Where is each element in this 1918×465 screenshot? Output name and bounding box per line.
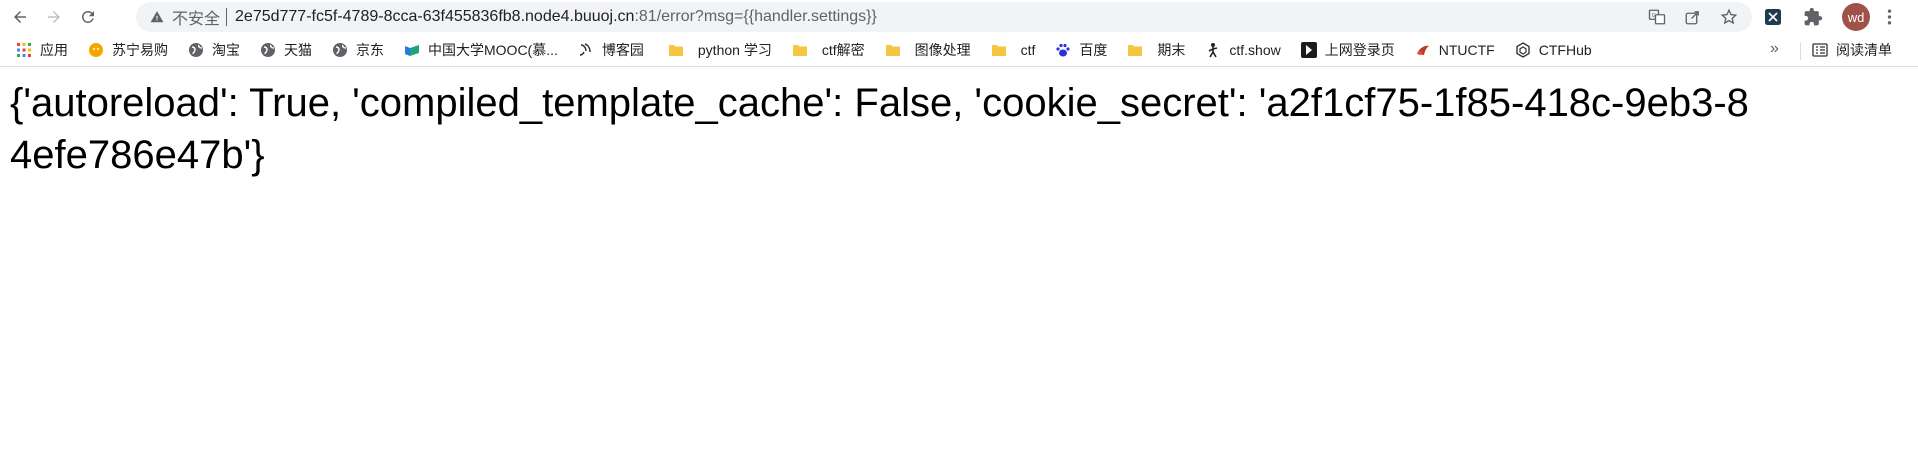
security-status-label[interactable]: 不安全 bbox=[172, 5, 220, 29]
login-page-icon bbox=[1300, 42, 1317, 58]
globe-icon bbox=[260, 42, 276, 58]
bookmark-label: 淘宝 bbox=[212, 42, 240, 58]
bookmark-label: 期末 bbox=[1157, 42, 1186, 58]
globe-icon bbox=[332, 42, 348, 58]
reload-button[interactable] bbox=[74, 3, 102, 31]
browser-toolbar: 不安全 2e75d777-fc5f-4789-8cca-63f455836fb8… bbox=[0, 0, 1918, 34]
bookmark-folder-ctf-decrypt[interactable]: ctf解密 bbox=[782, 36, 875, 64]
forward-button[interactable] bbox=[40, 3, 68, 31]
bookmark-label: 天猫 bbox=[284, 42, 312, 58]
translate-icon[interactable]: G bbox=[1648, 8, 1666, 26]
bookmarks-overflow-chevron[interactable]: » bbox=[1770, 40, 1779, 58]
share-icon[interactable] bbox=[1684, 8, 1702, 26]
url-text[interactable]: 2e75d777-fc5f-4789-8cca-63f455836fb8.nod… bbox=[235, 8, 877, 26]
bookmark-label: 上网登录页 bbox=[1324, 42, 1395, 58]
extension-x-icon[interactable] bbox=[1762, 6, 1784, 28]
ctfshow-icon bbox=[1205, 42, 1221, 58]
bookmark-login-page[interactable]: 上网登录页 bbox=[1291, 36, 1405, 64]
ctfhub-icon bbox=[1515, 42, 1531, 58]
folder-icon bbox=[668, 42, 684, 58]
url-host: 2e75d777-fc5f-4789-8cca-63f455836fb8.nod… bbox=[235, 8, 635, 25]
bookmark-label: 中国大学MOOC(慕... bbox=[428, 42, 558, 58]
reload-icon bbox=[81, 10, 94, 23]
back-button[interactable] bbox=[6, 3, 34, 31]
ntuctf-icon bbox=[1415, 42, 1431, 58]
bookmark-label: 应用 bbox=[40, 42, 68, 58]
reading-list-button[interactable]: 阅读清单 bbox=[1812, 34, 1892, 66]
bookmark-folder-python[interactable]: python 学习 bbox=[654, 36, 782, 64]
profile-avatar[interactable]: wd bbox=[1842, 3, 1870, 31]
bookmark-taobao[interactable]: 淘宝 bbox=[178, 36, 250, 64]
bookmark-ntuctf[interactable]: NTUCTF bbox=[1405, 36, 1505, 64]
bookmark-mooc[interactable]: 中国大学MOOC(慕... bbox=[394, 36, 568, 64]
bookmark-label: 京东 bbox=[356, 42, 384, 58]
bookmark-suning[interactable]: 苏宁易购 bbox=[78, 36, 178, 64]
omnibox-separator bbox=[226, 8, 228, 26]
bookmarks-divider bbox=[1800, 42, 1801, 60]
bookmark-label: 博客园 bbox=[601, 42, 644, 58]
warning-triangle-icon[interactable] bbox=[150, 10, 164, 24]
bookmark-label: 苏宁易购 bbox=[112, 42, 168, 58]
apps-grid-icon bbox=[16, 42, 32, 58]
folder-icon bbox=[885, 42, 901, 58]
bookmark-ctfhub[interactable]: CTFHub bbox=[1505, 36, 1602, 64]
bookmark-label: ctf解密 bbox=[821, 42, 865, 58]
bookmark-folder-final[interactable]: 期末 bbox=[1117, 36, 1195, 64]
bookmark-tmall[interactable]: 天猫 bbox=[250, 36, 322, 64]
url-path: :81/error?msg={{handler.settings}} bbox=[634, 8, 877, 25]
arrow-left-icon bbox=[14, 11, 26, 23]
bookmark-folder-ctf[interactable]: ctf bbox=[981, 36, 1046, 64]
extensions-puzzle-icon[interactable] bbox=[1802, 6, 1824, 28]
bookmark-ctfshow[interactable]: ctf.show bbox=[1195, 36, 1290, 64]
bookmarks-bar: 应用 苏宁易购 淘宝 天猫 京东 中国大学MOOC(慕... 博客园 pytho… bbox=[0, 34, 1918, 67]
mooc-icon bbox=[404, 42, 420, 58]
bookmark-star-icon[interactable] bbox=[1720, 8, 1738, 26]
cnblogs-icon bbox=[578, 42, 594, 58]
bookmark-label: ctf bbox=[1020, 42, 1036, 58]
bookmark-folder-image[interactable]: 图像处理 bbox=[875, 36, 981, 64]
reading-list-label: 阅读清单 bbox=[1836, 42, 1892, 58]
kebab-menu-icon[interactable] bbox=[1880, 6, 1898, 28]
bookmark-cnblogs[interactable]: 博客园 bbox=[568, 36, 654, 64]
bookmark-apps[interactable]: 应用 bbox=[0, 36, 78, 64]
baidu-icon bbox=[1055, 42, 1071, 58]
bookmark-label: CTFHub bbox=[1538, 42, 1592, 58]
bookmark-jd[interactable]: 京东 bbox=[322, 36, 394, 64]
folder-icon bbox=[991, 42, 1007, 58]
bookmark-label: 百度 bbox=[1079, 42, 1108, 58]
bookmark-label: python 学习 bbox=[697, 42, 772, 58]
folder-icon bbox=[1127, 42, 1143, 58]
toolbar-right: wd bbox=[1762, 0, 1898, 34]
bookmark-label: NTUCTF bbox=[1438, 42, 1495, 58]
folder-icon bbox=[792, 42, 808, 58]
omnibox-actions: G bbox=[1648, 2, 1738, 32]
address-bar[interactable]: 不安全 2e75d777-fc5f-4789-8cca-63f455836fb8… bbox=[136, 2, 1752, 32]
bookmark-label: 图像处理 bbox=[914, 42, 971, 58]
svg-text:G: G bbox=[1652, 13, 1656, 19]
bookmark-baidu[interactable]: 百度 bbox=[1045, 36, 1117, 64]
reading-list-icon bbox=[1812, 42, 1828, 58]
bookmark-label: ctf.show bbox=[1229, 42, 1281, 58]
globe-icon bbox=[188, 42, 204, 58]
suning-icon bbox=[88, 42, 104, 58]
page-body-text: {'autoreload': True, 'compiled_template_… bbox=[10, 81, 1749, 177]
arrow-right-icon bbox=[48, 11, 60, 23]
